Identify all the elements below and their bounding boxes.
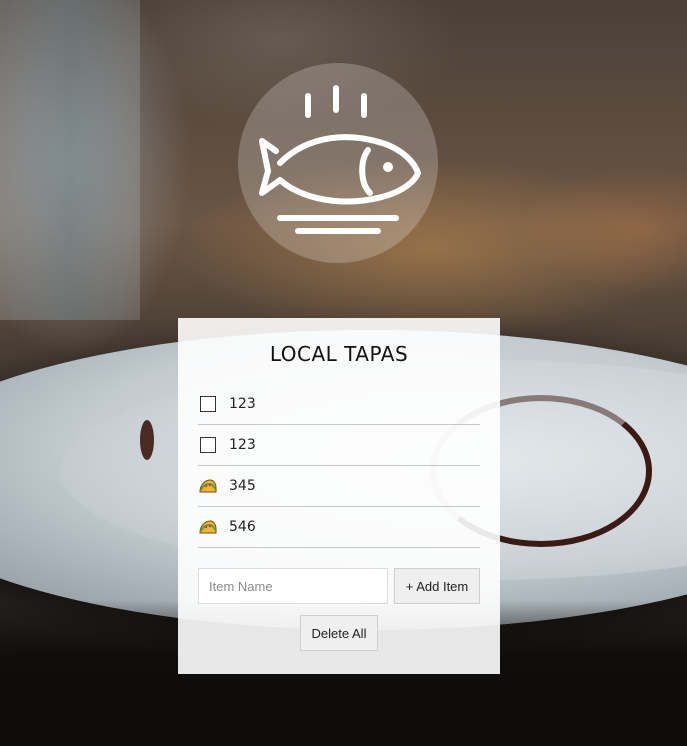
background-sauce-drop	[140, 420, 154, 460]
add-item-form: + Add Item	[198, 568, 480, 604]
item-name-input[interactable]	[198, 568, 388, 604]
logo	[238, 63, 438, 263]
delete-all-button[interactable]: Delete All	[300, 615, 378, 651]
item-checkbox[interactable]	[200, 396, 216, 412]
item-list: 123 123 345 546	[198, 384, 480, 548]
list-item[interactable]: 345	[198, 466, 480, 507]
background-glass	[0, 0, 140, 320]
list-item[interactable]: 546	[198, 507, 480, 548]
tapas-list-card: LOCAL TAPAS 123 123 345 546 Item Name + …	[178, 318, 500, 674]
add-item-button[interactable]: + Add Item	[394, 568, 480, 604]
page-title: LOCAL TAPAS	[269, 342, 409, 366]
steaming-fish-plate-icon	[259, 85, 421, 234]
delete-row: Delete All	[198, 615, 480, 651]
list-item[interactable]: 123	[198, 384, 480, 425]
item-checkbox[interactable]	[200, 437, 216, 453]
item-label: 123	[229, 437, 256, 453]
list-item[interactable]: 123	[198, 425, 480, 466]
item-label: 546	[229, 519, 256, 535]
item-label: 345	[229, 478, 256, 494]
item-label: 123	[229, 396, 256, 412]
taco-icon[interactable]	[198, 519, 218, 535]
taco-icon[interactable]	[198, 478, 218, 494]
